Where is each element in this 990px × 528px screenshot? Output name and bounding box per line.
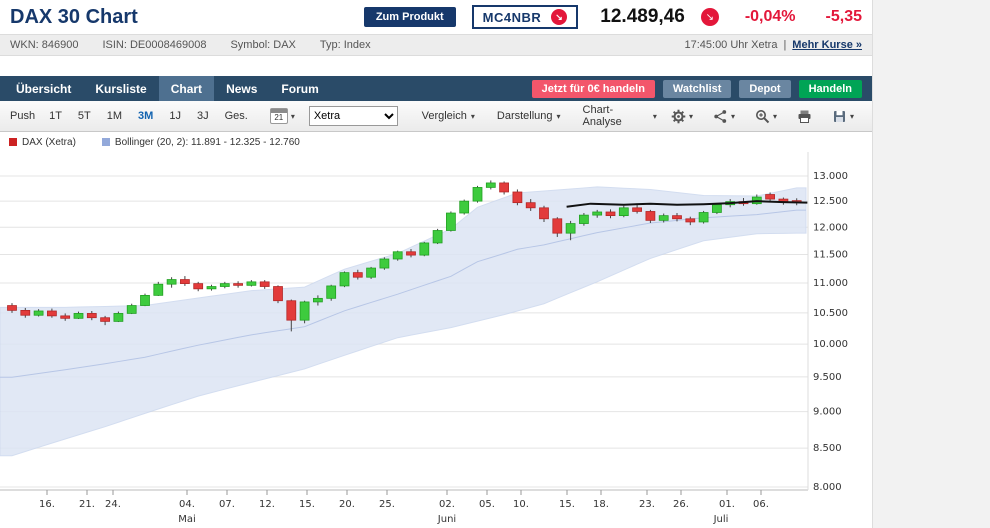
chevron-down-icon: ▾ bbox=[850, 112, 854, 121]
svg-text:06.: 06. bbox=[753, 499, 769, 510]
watchlist-button[interactable]: Watchlist bbox=[663, 80, 732, 98]
svg-text:8.000: 8.000 bbox=[813, 482, 842, 493]
svg-text:25.: 25. bbox=[379, 499, 395, 510]
exchange-select[interactable]: Xetra bbox=[309, 106, 398, 126]
svg-text:15.: 15. bbox=[299, 499, 315, 510]
chevron-down-icon: ▾ bbox=[291, 112, 295, 121]
svg-text:11.000: 11.000 bbox=[813, 278, 848, 289]
change-percent: -0,04% bbox=[745, 8, 796, 26]
price-chart[interactable]: 13.00012.50012.00011.50011.00010.50010.0… bbox=[0, 152, 872, 528]
menu-chart-analyse[interactable]: Chart-Analyse▾ bbox=[583, 104, 657, 128]
svg-text:23.: 23. bbox=[639, 499, 655, 510]
period-1m[interactable]: 1M bbox=[107, 110, 122, 122]
handeln-button[interactable]: Handeln bbox=[799, 80, 862, 98]
svg-text:Juni: Juni bbox=[437, 514, 456, 525]
symbol-label: Symbol: DAX bbox=[230, 39, 295, 51]
svg-text:04.: 04. bbox=[179, 499, 195, 510]
chart-toolbar: Push 1T 5T 1M 3M 1J 3J Ges. 21 ▾ Xetra Verglei… bbox=[0, 101, 872, 132]
period-1t[interactable]: 1T bbox=[49, 110, 62, 122]
separator: | bbox=[783, 39, 786, 51]
period-ges[interactable]: Ges. bbox=[225, 110, 248, 122]
svg-text:Mai: Mai bbox=[178, 514, 196, 525]
chevron-down-icon: ▾ bbox=[689, 112, 693, 121]
chevron-down-icon: ▾ bbox=[731, 112, 735, 121]
push-toggle[interactable]: Push bbox=[10, 110, 35, 122]
trade-arrow-icon: ↘ bbox=[551, 9, 567, 25]
header: DAX 30 Chart Zum Produkt MC4NBR ↘ 12.489… bbox=[0, 0, 872, 34]
cta-trade-button[interactable]: Jetzt für 0€ handeln bbox=[532, 80, 655, 98]
svg-text:16.: 16. bbox=[39, 499, 55, 510]
main-nav: ÜbersichtKurslisteChartNewsForum Jetzt f… bbox=[0, 76, 872, 101]
calendar-icon: 21 bbox=[270, 108, 288, 124]
page: DAX 30 Chart Zum Produkt MC4NBR ↘ 12.489… bbox=[0, 0, 872, 528]
menu-darstellung[interactable]: Darstellung▾ bbox=[497, 104, 561, 128]
save-icon[interactable]: ▾ bbox=[832, 109, 854, 124]
chart-legend: DAX (Xetra) Bollinger (20, 2): 11.891 - … bbox=[0, 132, 872, 152]
zoom-icon[interactable]: ▾ bbox=[755, 109, 777, 124]
print-icon[interactable] bbox=[797, 109, 812, 124]
svg-text:20.: 20. bbox=[339, 499, 355, 510]
svg-text:01.: 01. bbox=[719, 499, 735, 510]
svg-text:12.: 12. bbox=[259, 499, 275, 510]
period-5t[interactable]: 5T bbox=[78, 110, 91, 122]
tab-ubersicht[interactable]: Übersicht bbox=[4, 76, 83, 101]
svg-text:12.000: 12.000 bbox=[813, 222, 848, 233]
price-value: 12.489,46 bbox=[600, 6, 685, 28]
menu-vergleich[interactable]: Vergleich▾ bbox=[422, 104, 475, 128]
svg-text:26.: 26. bbox=[673, 499, 689, 510]
period-1j[interactable]: 1J bbox=[169, 110, 181, 122]
svg-text:9.000: 9.000 bbox=[813, 407, 842, 418]
svg-text:11.500: 11.500 bbox=[813, 250, 848, 261]
tab-kursliste[interactable]: Kursliste bbox=[83, 76, 158, 101]
indicators-icon[interactable]: ▾ bbox=[713, 109, 735, 124]
bollinger-series-swatch bbox=[102, 138, 110, 146]
legend-bollinger: Bollinger (20, 2): 11.891 - 12.325 - 12.… bbox=[102, 137, 300, 148]
spacer bbox=[0, 56, 872, 76]
svg-text:Juli: Juli bbox=[713, 514, 729, 525]
svg-text:10.000: 10.000 bbox=[813, 339, 848, 350]
wkn-label: WKN: 846900 bbox=[10, 39, 78, 51]
page-title: DAX 30 Chart bbox=[10, 6, 138, 29]
svg-text:21.: 21. bbox=[79, 499, 95, 510]
product-code-button[interactable]: MC4NBR ↘ bbox=[472, 5, 579, 29]
mehr-kurse-link[interactable]: Mehr Kurse » bbox=[792, 39, 862, 51]
chevron-down-icon: ▾ bbox=[557, 112, 561, 121]
svg-text:13.000: 13.000 bbox=[813, 171, 848, 182]
svg-text:10.500: 10.500 bbox=[813, 308, 848, 319]
tab-chart[interactable]: Chart bbox=[159, 76, 214, 101]
depot-button[interactable]: Depot bbox=[739, 80, 790, 98]
svg-text:07.: 07. bbox=[219, 499, 235, 510]
svg-text:8.500: 8.500 bbox=[813, 443, 842, 454]
info-bar: WKN: 846900 ISIN: DE0008469008 Symbol: D… bbox=[0, 34, 872, 56]
price-chart-svg: 13.00012.50012.00011.50011.00010.50010.0… bbox=[0, 152, 872, 528]
isin-label: ISIN: DE0008469008 bbox=[102, 39, 206, 51]
svg-text:05.: 05. bbox=[479, 499, 495, 510]
quote-time: 17:45:00 Uhr Xetra bbox=[684, 39, 777, 51]
period-3j[interactable]: 3J bbox=[197, 110, 209, 122]
svg-text:18.: 18. bbox=[593, 499, 609, 510]
change-direction-icon: ↘ bbox=[701, 8, 719, 26]
calendar-button[interactable]: 21 ▾ bbox=[270, 108, 295, 124]
svg-text:15.: 15. bbox=[559, 499, 575, 510]
tab-forum[interactable]: Forum bbox=[269, 76, 330, 101]
zum-produkt-button[interactable]: Zum Produkt bbox=[364, 7, 456, 27]
svg-text:02.: 02. bbox=[439, 499, 455, 510]
svg-text:24.: 24. bbox=[105, 499, 121, 510]
typ-label: Typ: Index bbox=[320, 39, 371, 51]
svg-text:10.: 10. bbox=[513, 499, 529, 510]
chevron-down-icon: ▾ bbox=[773, 112, 777, 121]
tab-news[interactable]: News bbox=[214, 76, 269, 101]
chevron-down-icon: ▾ bbox=[471, 112, 475, 121]
svg-text:9.500: 9.500 bbox=[813, 372, 842, 383]
header-quote-area: Zum Produkt MC4NBR ↘ 12.489,46 ↘ -0,04% … bbox=[364, 5, 862, 29]
svg-text:12.500: 12.500 bbox=[813, 196, 848, 207]
period-3m[interactable]: 3M bbox=[138, 110, 153, 122]
chevron-down-icon: ▾ bbox=[653, 112, 657, 121]
dax-series-swatch bbox=[9, 138, 17, 146]
change-absolute: -5,35 bbox=[826, 8, 862, 26]
gear-icon[interactable]: ▾ bbox=[671, 109, 693, 124]
legend-dax: DAX (Xetra) bbox=[9, 137, 76, 148]
product-code-label: MC4NBR bbox=[483, 10, 542, 25]
